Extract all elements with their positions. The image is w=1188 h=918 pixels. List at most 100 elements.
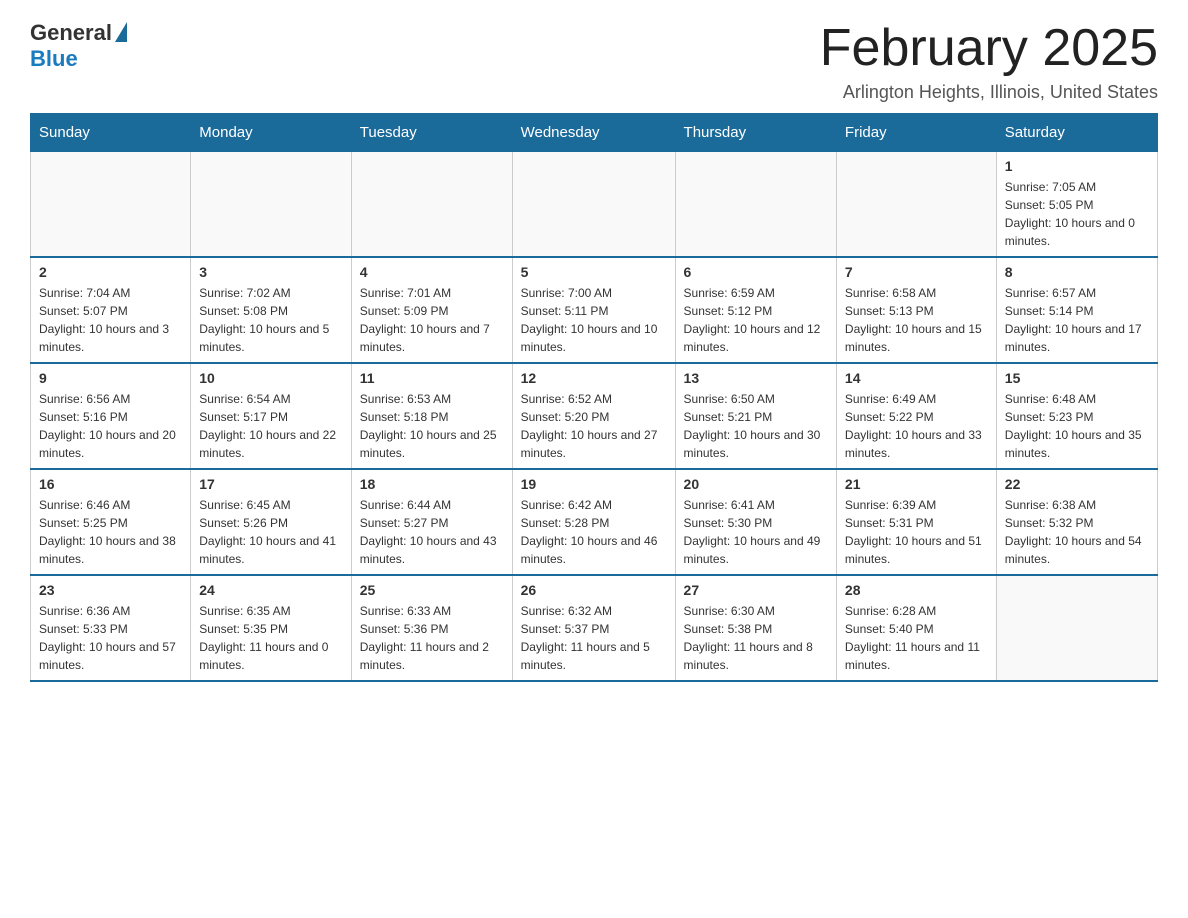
location-title: Arlington Heights, Illinois, United Stat… bbox=[820, 82, 1158, 103]
calendar-week-row: 2 Sunrise: 7:04 AMSunset: 5:07 PMDaylight… bbox=[31, 257, 1158, 363]
calendar-cell: 14Sunrise: 6:49 AMSunset: 5:22 PMDayligh… bbox=[836, 363, 996, 469]
logo-top: General bbox=[30, 20, 127, 46]
day-info: Sunrise: 6:59 AMSunset: 5:12 PMDaylight:… bbox=[684, 284, 828, 356]
month-title: February 2025 bbox=[820, 20, 1158, 77]
day-number: 25 bbox=[360, 582, 504, 598]
calendar-cell: 20Sunrise: 6:41 AMSunset: 5:30 PMDayligh… bbox=[675, 469, 836, 575]
calendar-week-row: 1 Sunrise: 7:05 AMSunset: 5:05 PMDaylight… bbox=[31, 152, 1158, 258]
day-number: 10 bbox=[199, 370, 343, 386]
day-info: Sunrise: 6:46 AMSunset: 5:25 PMDaylight:… bbox=[39, 496, 182, 568]
day-info: Sunrise: 6:58 AMSunset: 5:13 PMDaylight:… bbox=[845, 284, 988, 356]
day-info: Sunrise: 6:50 AMSunset: 5:21 PMDaylight:… bbox=[684, 390, 828, 462]
logo-general-text: General bbox=[30, 20, 112, 46]
day-info: Sunrise: 7:04 AMSunset: 5:07 PMDaylight:… bbox=[39, 284, 182, 356]
calendar-cell: 22Sunrise: 6:38 AMSunset: 5:32 PMDayligh… bbox=[996, 469, 1157, 575]
calendar-cell: 6 Sunrise: 6:59 AMSunset: 5:12 PMDaylight… bbox=[675, 257, 836, 363]
day-info: Sunrise: 6:42 AMSunset: 5:28 PMDaylight:… bbox=[521, 496, 667, 568]
day-info: Sunrise: 6:33 AMSunset: 5:36 PMDaylight:… bbox=[360, 602, 504, 674]
calendar-cell: 24 Sunrise: 6:35 AMSunset: 5:35 PMDayligh… bbox=[191, 575, 352, 681]
calendar-table: SundayMondayTuesdayWednesdayThursdayFrid… bbox=[30, 113, 1158, 682]
calendar-cell: 16 Sunrise: 6:46 AMSunset: 5:25 PMDayligh… bbox=[31, 469, 191, 575]
day-info: Sunrise: 6:48 AMSunset: 5:23 PMDaylight:… bbox=[1005, 390, 1149, 462]
calendar-cell: 11 Sunrise: 6:53 AMSunset: 5:18 PMDayligh… bbox=[351, 363, 512, 469]
calendar-week-row: 16 Sunrise: 6:46 AMSunset: 5:25 PMDayligh… bbox=[31, 469, 1158, 575]
header-saturday: Saturday bbox=[996, 114, 1157, 152]
calendar-cell: 25 Sunrise: 6:33 AMSunset: 5:36 PMDayligh… bbox=[351, 575, 512, 681]
day-number: 1 bbox=[1005, 158, 1149, 174]
header-wednesday: Wednesday bbox=[512, 114, 675, 152]
day-info: Sunrise: 6:35 AMSunset: 5:35 PMDaylight:… bbox=[199, 602, 343, 674]
day-info: Sunrise: 6:32 AMSunset: 5:37 PMDaylight:… bbox=[521, 602, 667, 674]
calendar-cell bbox=[996, 575, 1157, 681]
day-info: Sunrise: 7:02 AMSunset: 5:08 PMDaylight:… bbox=[199, 284, 343, 356]
calendar-cell: 7Sunrise: 6:58 AMSunset: 5:13 PMDaylight… bbox=[836, 257, 996, 363]
header: General Blue February 2025 Arlington Hei… bbox=[30, 20, 1158, 103]
header-monday: Monday bbox=[191, 114, 352, 152]
logo-blue-text: Blue bbox=[30, 46, 78, 72]
calendar-cell: 9 Sunrise: 6:56 AMSunset: 5:16 PMDaylight… bbox=[31, 363, 191, 469]
day-number: 12 bbox=[521, 370, 667, 386]
day-number: 21 bbox=[845, 476, 988, 492]
day-number: 18 bbox=[360, 476, 504, 492]
calendar-cell bbox=[351, 152, 512, 258]
title-area: February 2025 Arlington Heights, Illinoi… bbox=[820, 20, 1158, 103]
day-number: 28 bbox=[845, 582, 988, 598]
day-info: Sunrise: 6:53 AMSunset: 5:18 PMDaylight:… bbox=[360, 390, 504, 462]
calendar-cell: 21 Sunrise: 6:39 AMSunset: 5:31 PMDayligh… bbox=[836, 469, 996, 575]
day-number: 8 bbox=[1005, 264, 1149, 280]
calendar-cell: 27Sunrise: 6:30 AMSunset: 5:38 PMDayligh… bbox=[675, 575, 836, 681]
calendar-cell: 15Sunrise: 6:48 AMSunset: 5:23 PMDayligh… bbox=[996, 363, 1157, 469]
day-number: 2 bbox=[39, 264, 182, 280]
day-number: 19 bbox=[521, 476, 667, 492]
calendar-cell: 23Sunrise: 6:36 AMSunset: 5:33 PMDayligh… bbox=[31, 575, 191, 681]
calendar-cell: 18 Sunrise: 6:44 AMSunset: 5:27 PMDayligh… bbox=[351, 469, 512, 575]
day-info: Sunrise: 6:41 AMSunset: 5:30 PMDaylight:… bbox=[684, 496, 828, 568]
day-info: Sunrise: 6:49 AMSunset: 5:22 PMDaylight:… bbox=[845, 390, 988, 462]
logo-triangle-icon bbox=[115, 22, 127, 42]
header-sunday: Sunday bbox=[31, 114, 191, 152]
day-number: 9 bbox=[39, 370, 182, 386]
day-number: 11 bbox=[360, 370, 504, 386]
calendar-week-row: 23Sunrise: 6:36 AMSunset: 5:33 PMDayligh… bbox=[31, 575, 1158, 681]
calendar-cell: 19 Sunrise: 6:42 AMSunset: 5:28 PMDayligh… bbox=[512, 469, 675, 575]
day-info: Sunrise: 6:28 AMSunset: 5:40 PMDaylight:… bbox=[845, 602, 988, 674]
day-number: 6 bbox=[684, 264, 828, 280]
calendar-week-row: 9 Sunrise: 6:56 AMSunset: 5:16 PMDaylight… bbox=[31, 363, 1158, 469]
calendar-cell: 8 Sunrise: 6:57 AMSunset: 5:14 PMDaylight… bbox=[996, 257, 1157, 363]
day-number: 13 bbox=[684, 370, 828, 386]
day-info: Sunrise: 6:44 AMSunset: 5:27 PMDaylight:… bbox=[360, 496, 504, 568]
day-info: Sunrise: 7:01 AMSunset: 5:09 PMDaylight:… bbox=[360, 284, 504, 356]
header-tuesday: Tuesday bbox=[351, 114, 512, 152]
day-number: 27 bbox=[684, 582, 828, 598]
day-info: Sunrise: 6:56 AMSunset: 5:16 PMDaylight:… bbox=[39, 390, 182, 462]
day-info: Sunrise: 6:38 AMSunset: 5:32 PMDaylight:… bbox=[1005, 496, 1149, 568]
calendar-cell: 3 Sunrise: 7:02 AMSunset: 5:08 PMDaylight… bbox=[191, 257, 352, 363]
calendar-cell bbox=[31, 152, 191, 258]
day-number: 16 bbox=[39, 476, 182, 492]
header-thursday: Thursday bbox=[675, 114, 836, 152]
calendar-cell: 2 Sunrise: 7:04 AMSunset: 5:07 PMDaylight… bbox=[31, 257, 191, 363]
calendar-cell: 17 Sunrise: 6:45 AMSunset: 5:26 PMDayligh… bbox=[191, 469, 352, 575]
day-number: 17 bbox=[199, 476, 343, 492]
calendar-cell bbox=[836, 152, 996, 258]
calendar-cell: 10Sunrise: 6:54 AMSunset: 5:17 PMDayligh… bbox=[191, 363, 352, 469]
day-info: Sunrise: 6:45 AMSunset: 5:26 PMDaylight:… bbox=[199, 496, 343, 568]
day-number: 26 bbox=[521, 582, 667, 598]
logo: General Blue bbox=[30, 20, 127, 72]
day-number: 4 bbox=[360, 264, 504, 280]
day-info: Sunrise: 7:05 AMSunset: 5:05 PMDaylight:… bbox=[1005, 178, 1149, 250]
calendar-cell: 13 Sunrise: 6:50 AMSunset: 5:21 PMDayligh… bbox=[675, 363, 836, 469]
day-info: Sunrise: 6:57 AMSunset: 5:14 PMDaylight:… bbox=[1005, 284, 1149, 356]
day-number: 24 bbox=[199, 582, 343, 598]
header-friday: Friday bbox=[836, 114, 996, 152]
calendar-header-row: SundayMondayTuesdayWednesdayThursdayFrid… bbox=[31, 114, 1158, 152]
day-info: Sunrise: 7:00 AMSunset: 5:11 PMDaylight:… bbox=[521, 284, 667, 356]
calendar-cell bbox=[191, 152, 352, 258]
day-info: Sunrise: 6:39 AMSunset: 5:31 PMDaylight:… bbox=[845, 496, 988, 568]
calendar-cell bbox=[512, 152, 675, 258]
day-number: 23 bbox=[39, 582, 182, 598]
calendar-cell: 4 Sunrise: 7:01 AMSunset: 5:09 PMDaylight… bbox=[351, 257, 512, 363]
day-number: 5 bbox=[521, 264, 667, 280]
day-number: 3 bbox=[199, 264, 343, 280]
calendar-cell: 12Sunrise: 6:52 AMSunset: 5:20 PMDayligh… bbox=[512, 363, 675, 469]
